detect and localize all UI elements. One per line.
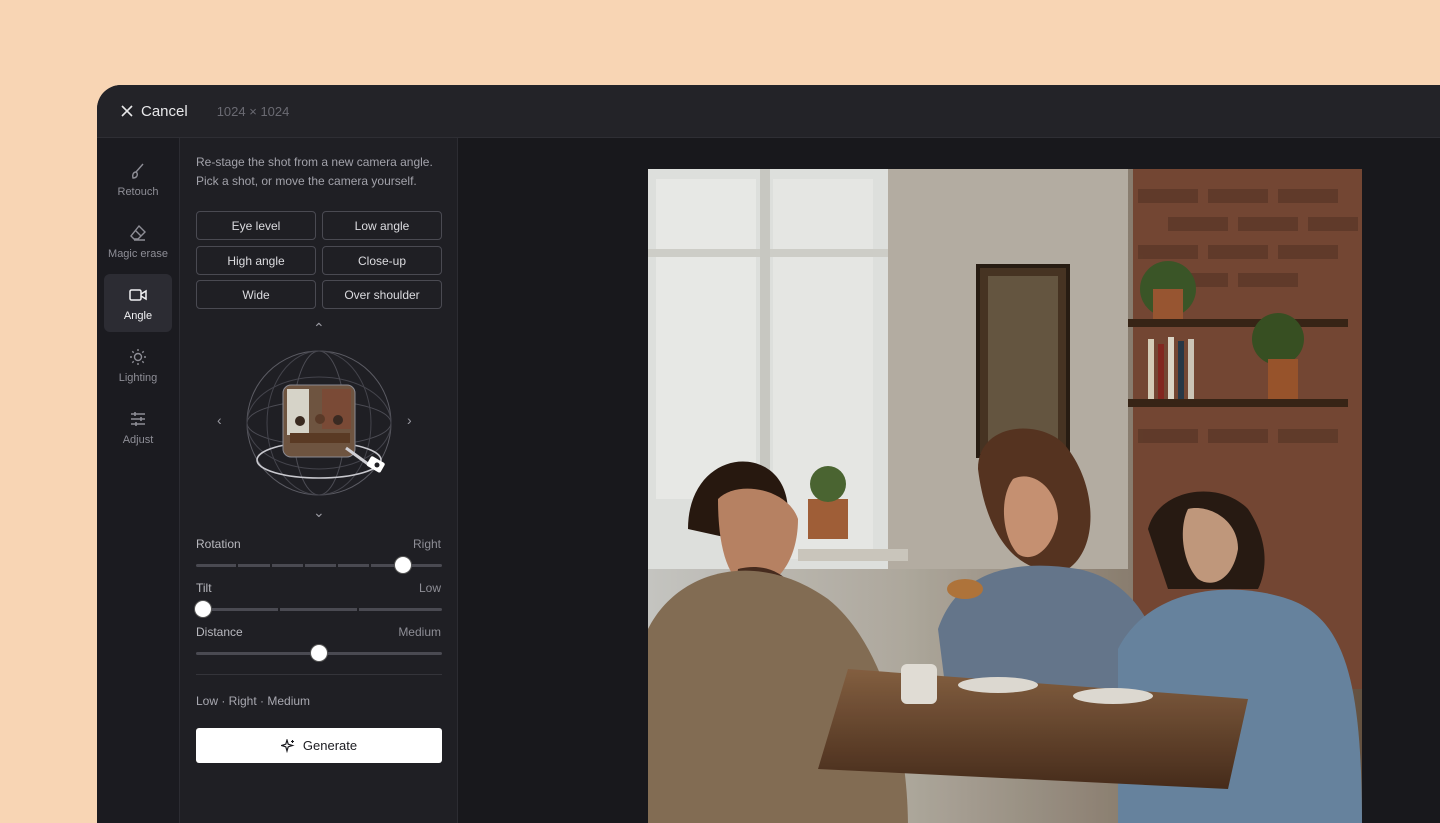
tilt-down-arrow-icon[interactable]: ⌄ <box>313 504 325 521</box>
tool-label: Magic erase <box>108 247 168 260</box>
tool-retouch[interactable]: Retouch <box>104 150 172 208</box>
distance-label: Distance <box>196 625 243 639</box>
generate-button[interactable]: Generate <box>196 728 442 763</box>
eraser-icon <box>130 224 146 241</box>
distance-slider-handle[interactable] <box>311 645 327 661</box>
cafe-scene-image <box>648 169 1362 823</box>
rotate-right-arrow-icon[interactable]: › <box>407 412 412 428</box>
rotation-label: Rotation <box>196 537 241 551</box>
camera-orbit-control[interactable]: ⌃ ⌄ ‹ › <box>196 320 442 523</box>
distance-value: Medium <box>398 625 441 639</box>
preset-wide[interactable]: Wide <box>196 280 316 309</box>
orbit-sphere <box>246 350 392 496</box>
tool-lighting[interactable]: Lighting <box>104 336 172 394</box>
tool-adjust[interactable]: Adjust <box>104 398 172 456</box>
angle-description: Re-stage the shot from a new camera angl… <box>196 155 433 188</box>
video-camera-icon <box>129 288 147 301</box>
tool-label: Lighting <box>118 371 158 384</box>
rotate-left-arrow-icon[interactable]: ‹ <box>217 412 222 428</box>
tool-angle[interactable]: Angle <box>104 274 172 332</box>
sparkle-icon <box>280 738 295 753</box>
tilt-slider[interactable] <box>195 601 442 617</box>
brush-icon <box>132 163 144 179</box>
sliders-icon <box>131 411 145 426</box>
top-bar: Cancel 1024 × 1024 <box>97 85 1440 138</box>
tilt-label: Tilt <box>196 581 212 595</box>
preset-eye-level[interactable]: Eye level <box>196 211 316 240</box>
angle-panel: Re-stage the shot from a new camera angl… <box>180 138 458 823</box>
tilt-slider-handle[interactable] <box>195 601 212 617</box>
close-icon <box>121 105 133 117</box>
sun-icon <box>130 348 146 365</box>
image-canvas <box>458 138 1440 823</box>
rotation-slider-handle[interactable] <box>394 557 411 573</box>
rotation-value: Right <box>412 537 441 551</box>
angle-summary: Low · Right · Medium <box>196 694 311 708</box>
preset-close-up[interactable]: Close-up <box>322 246 442 275</box>
tool-label: Adjust <box>122 433 154 446</box>
editor-window: Cancel 1024 × 1024 Retouch Magic erase A… <box>97 85 1440 823</box>
edited-photo[interactable] <box>648 169 1362 823</box>
tool-label: Angle <box>123 309 153 322</box>
tool-magic-erase[interactable]: Magic erase <box>104 212 172 270</box>
divider <box>196 674 442 675</box>
tool-rail: Retouch Magic erase Angle Lighting Adjus… <box>97 138 180 823</box>
generate-label: Generate <box>302 738 358 753</box>
tilt-up-arrow-icon[interactable]: ⌃ <box>313 320 325 337</box>
rotation-slider[interactable] <box>196 557 442 573</box>
cancel-button[interactable]: Cancel <box>121 103 188 120</box>
cancel-label: Cancel <box>141 102 188 120</box>
preset-high-angle[interactable]: High angle <box>196 246 316 275</box>
tilt-value: Low <box>418 581 441 595</box>
preset-over-shoulder[interactable]: Over shoulder <box>322 280 442 309</box>
distance-slider[interactable] <box>196 645 442 661</box>
tool-label: Retouch <box>117 185 159 198</box>
image-dimensions: 1024 × 1024 <box>216 103 290 119</box>
preset-low-angle[interactable]: Low angle <box>322 211 442 240</box>
